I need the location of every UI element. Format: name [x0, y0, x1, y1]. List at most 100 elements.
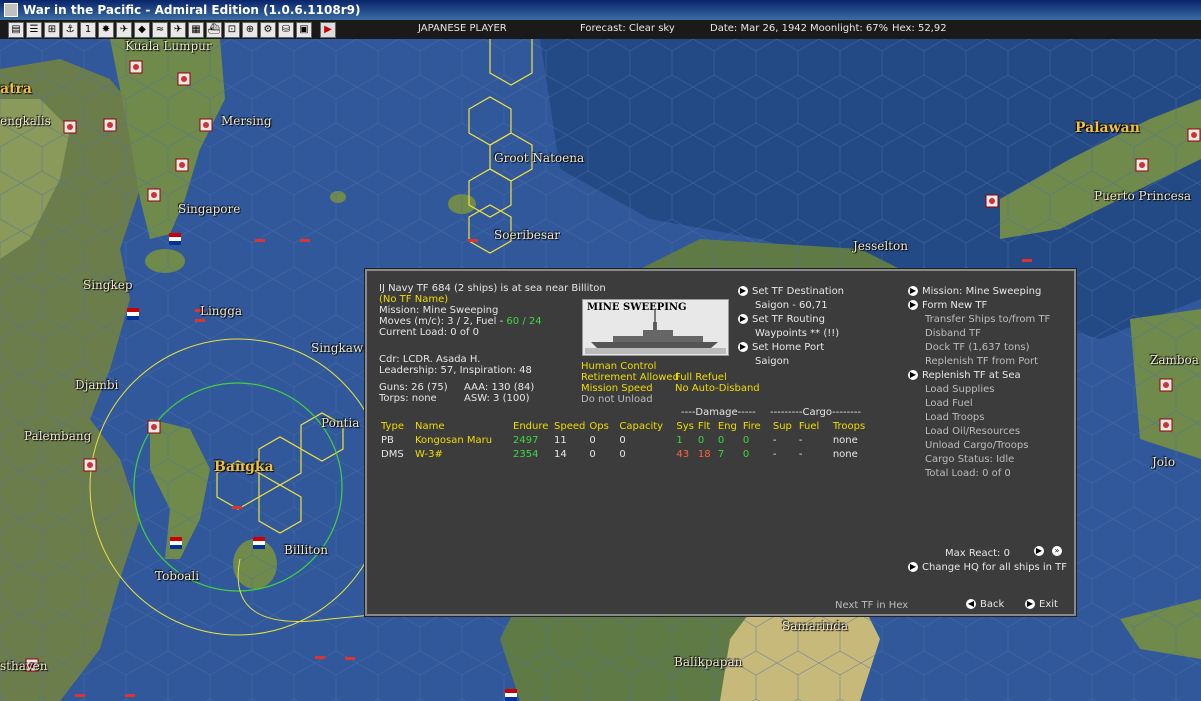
arrow-right-icon: ▶: [1034, 546, 1044, 556]
set-routing-label: Set TF Routing: [752, 314, 825, 325]
set-destination-button[interactable]: ▶ Set TF Destination: [738, 286, 844, 297]
map-label: sthaven: [0, 659, 48, 673]
minesweeper-silhouette: [585, 310, 726, 354]
ports-icon[interactable]: ⚓: [62, 21, 78, 38]
ship-table-header: Type Name Endure Speed Ops Capacity Sys …: [381, 419, 873, 433]
ship-fuel: -: [798, 448, 803, 460]
exit-label: Exit: [1039, 599, 1058, 610]
ship-sys: 43: [676, 448, 690, 460]
options-icon[interactable]: ⚙: [260, 21, 276, 38]
col-ops: Ops: [589, 420, 609, 432]
tf-aaa: AAA: 130 (84): [464, 382, 535, 393]
map-label: Jesselton: [853, 239, 908, 253]
change-hq-item[interactable]: ▶ Change HQ for all ships in TF: [908, 562, 1067, 573]
arrow-right-icon: ▶: [738, 342, 748, 352]
exit-button[interactable]: ▶ Exit: [1025, 599, 1058, 610]
turn-icon[interactable]: ▶: [320, 21, 336, 38]
table-row[interactable]: PB Kongosan Maru 2497 11 0 0 1 0 0 0 - -…: [381, 433, 873, 447]
ground-icon[interactable]: ◆: [134, 21, 150, 38]
back-button[interactable]: ◀ Back: [966, 599, 1004, 610]
sub-icon[interactable]: ≈: [152, 21, 168, 38]
set-destination-label: Set TF Destination: [752, 286, 845, 297]
ship-endure: 2497: [513, 434, 539, 446]
mission-menu-item[interactable]: ▶ Mission: Mine Sweeping: [908, 286, 1041, 297]
menu-item-transfer[interactable]: Transfer Ships to/from TF: [925, 314, 1050, 325]
menu-item-unload[interactable]: Unload Cargo/Troops: [925, 440, 1028, 451]
col-sup: Sup: [772, 420, 792, 432]
info-icon[interactable]: 1: [80, 21, 96, 38]
table-row[interactable]: DMS W-3# 2354 14 0 0 43 18 7 0 - - none: [381, 447, 873, 461]
unload-toggle[interactable]: Do not Unload: [581, 394, 653, 405]
menu-item-load-oil[interactable]: Load Oil/Resources: [925, 426, 1020, 437]
col-flt: Flt: [697, 420, 711, 432]
menu-item-disband[interactable]: Disband TF: [925, 328, 981, 339]
tf-moves: Moves (m/c): 3 / 2, Fuel - 60 / 24: [379, 316, 542, 327]
map-label: Billiton: [284, 543, 328, 557]
set-routing-button[interactable]: ▶ Set TF Routing: [738, 314, 825, 325]
base-icon[interactable]: ▦: [188, 21, 204, 38]
next-tf-button[interactable]: Next TF in Hex: [835, 600, 908, 611]
human-control-toggle[interactable]: Human Control: [581, 361, 656, 372]
flag-icon[interactable]: ✸: [98, 21, 114, 38]
convoy-icon[interactable]: ⊡: [224, 21, 240, 38]
menu-item-load-supplies[interactable]: Load Supplies: [925, 384, 994, 395]
max-react-max[interactable]: »: [1052, 546, 1066, 557]
map-label: Samarinda: [782, 619, 849, 633]
set-home-port-button[interactable]: ▶ Set Home Port: [738, 342, 824, 353]
air-icon[interactable]: ✈: [116, 21, 132, 38]
map-label: Jolo: [1152, 455, 1176, 469]
menu-item-replenish-port[interactable]: Replenish TF from Port: [925, 356, 1038, 367]
map-label: Toboali: [155, 569, 200, 583]
ship-flt: 18: [697, 448, 711, 460]
map-label: Mersing: [221, 114, 272, 128]
menu-item-load-troops[interactable]: Load Troops: [925, 412, 985, 423]
destination-value: Saigon - 60,71: [755, 300, 828, 311]
col-fuel: Fuel: [798, 420, 820, 432]
tf-moves-text: Moves (m/c): 3 / 2, Fuel -: [379, 316, 507, 327]
task-icon[interactable]: ⊕: [242, 21, 258, 38]
mission-menu-label: Mission: Mine Sweeping: [922, 286, 1042, 297]
report-icon[interactable]: ▤: [8, 21, 24, 38]
plane-icon[interactable]: ✈: [170, 21, 186, 38]
max-react-increase[interactable]: ▶: [1034, 546, 1048, 557]
replenish-sea-item[interactable]: ▶ Replenish TF at Sea: [908, 370, 1021, 381]
map-label: Groot Natoena: [494, 151, 585, 165]
map-label: Palawan: [1075, 120, 1140, 136]
waypoints-value: Waypoints ** (!!): [755, 328, 840, 339]
col-speed: Speed: [554, 420, 586, 432]
list-icon[interactable]: ☰: [26, 21, 42, 38]
tf-torps: Torps: none: [379, 393, 437, 404]
fast-forward-icon: »: [1052, 546, 1062, 556]
col-fire: Fire: [742, 420, 761, 432]
ship-sup: -: [772, 448, 777, 460]
replenish-sea-label: Replenish TF at Sea: [922, 370, 1021, 381]
form-new-tf-item[interactable]: ▶ Form New TF: [908, 300, 987, 311]
map-label: Balikpapan: [674, 655, 743, 669]
col-endure: Endure: [513, 420, 549, 432]
tf-commander[interactable]: Cdr: LCDR. Asada H.: [379, 354, 480, 365]
mission-speed-toggle[interactable]: Mission Speed: [581, 383, 653, 394]
camera-icon[interactable]: ▣: [296, 21, 312, 38]
fleet-icon[interactable]: ⛴: [206, 21, 222, 38]
ship-name[interactable]: Kongosan Maru: [415, 433, 513, 447]
menu-item-dock[interactable]: Dock TF (1,637 tons): [925, 342, 1030, 353]
save-icon[interactable]: ⛁: [278, 21, 294, 38]
tf-name[interactable]: (No TF Name): [379, 294, 448, 305]
change-hq-label: Change HQ for all ships in TF: [922, 562, 1068, 573]
retirement-toggle[interactable]: Retirement Allowed: [581, 372, 679, 383]
full-refuel-toggle[interactable]: Full Refuel: [675, 372, 727, 383]
menu-item-load-fuel[interactable]: Load Fuel: [925, 398, 973, 409]
tf-guns: Guns: 26 (75): [379, 382, 448, 393]
ships-icon[interactable]: ⊞: [44, 21, 60, 38]
ship-name[interactable]: W-3#: [415, 447, 513, 461]
ship-sys: 1: [676, 434, 683, 446]
window-titlebar: War in the Pacific - Admiral Edition (1.…: [0, 0, 1201, 20]
map-label: Singkawa: [311, 341, 371, 355]
map-label: Palembang: [24, 429, 92, 443]
arrow-right-icon: ▶: [908, 370, 918, 380]
arrow-left-icon: ◀: [966, 599, 976, 609]
map-label: Zamboa: [1150, 353, 1199, 367]
auto-disband-toggle[interactable]: No Auto-Disband: [675, 383, 760, 394]
damage-header: ----Damage-----: [681, 407, 756, 418]
date-label: Date: Mar 26, 1942: [710, 23, 808, 34]
